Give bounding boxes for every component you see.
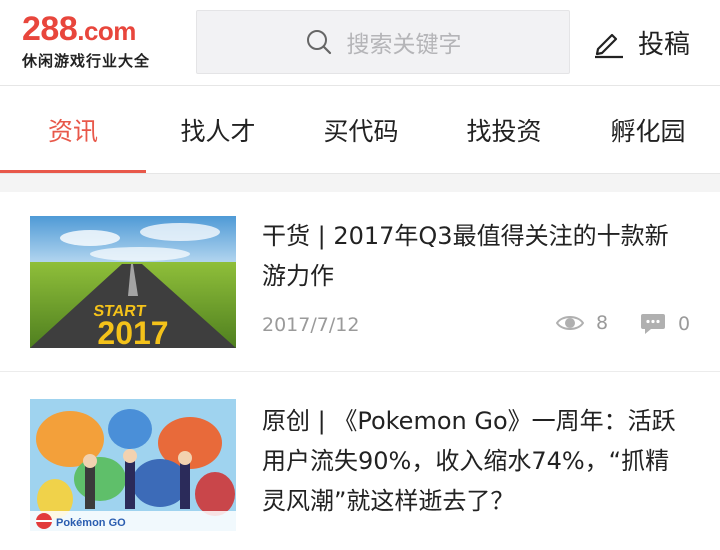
- comment-count: 0: [640, 312, 690, 336]
- search-box[interactable]: 搜索关键字: [196, 10, 570, 74]
- article-thumbnail[interactable]: Pokémon GO: [30, 399, 236, 531]
- article-thumbnail[interactable]: START 2017: [30, 216, 236, 348]
- road-start-2017-image: START 2017: [30, 216, 236, 348]
- tab-investment[interactable]: 找投资: [432, 86, 576, 174]
- site-logo[interactable]: 288.com 休闲游戏行业大全: [22, 12, 172, 72]
- logo-tagline: 休闲游戏行业大全: [22, 52, 151, 70]
- pokemon-go-image: Pokémon GO: [30, 399, 236, 531]
- logo-domain: .com: [77, 16, 136, 46]
- search-placeholder: 搜索关键字: [346, 32, 462, 58]
- submit-article-button[interactable]: 投稿: [592, 22, 690, 62]
- search-icon: [306, 30, 331, 55]
- category-tabs: 资讯 找人才 买代码 找投资 孵化园: [0, 86, 720, 174]
- comment-count-value: 0: [678, 313, 691, 335]
- tab-talent[interactable]: 找人才: [146, 86, 290, 174]
- thumb-pokemon-go-text: Pokémon GO: [56, 517, 126, 529]
- article-title[interactable]: 干货 | 2017年Q3最值得关注的十款新游力作: [262, 216, 692, 296]
- article-title[interactable]: 原创 | 《Pokemon Go》一周年：活跃用户流失90%，收入缩水74%，“…: [262, 401, 692, 521]
- tab-incubator[interactable]: 孵化园: [576, 86, 720, 174]
- view-count: 8: [556, 312, 608, 334]
- tab-news[interactable]: 资讯: [0, 86, 146, 174]
- active-tab-indicator: [0, 170, 146, 173]
- logo-wordmark: 288.com: [22, 12, 172, 48]
- eye-icon: [556, 316, 584, 330]
- article-date: 2017/7/12: [262, 314, 360, 336]
- article-item[interactable]: START 2017 干货 | 2017年Q3最值得关注的十款新游力作 2017…: [0, 192, 720, 372]
- pen-icon: [595, 33, 623, 59]
- tab-buy-code[interactable]: 买代码: [290, 86, 432, 174]
- thumb-year-text: 2017: [97, 315, 168, 348]
- logo-number: 288: [22, 10, 78, 48]
- submit-label: 投稿: [638, 29, 691, 60]
- comment-icon: [641, 314, 665, 334]
- article-item[interactable]: Pokémon GO 原创 | 《Pokemon Go》一周年：活跃用户流失90…: [0, 373, 720, 550]
- top-header: 288.com 休闲游戏行业大全 搜索关键字 投稿: [0, 0, 720, 86]
- section-divider: [0, 174, 720, 192]
- view-count-value: 8: [596, 312, 609, 334]
